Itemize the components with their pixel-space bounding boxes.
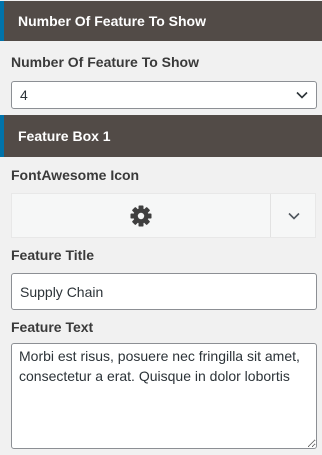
- section-header-label: Feature Box 1: [18, 128, 111, 144]
- section-header-label: Number Of Feature To Show: [18, 13, 206, 29]
- title-label: Feature Title: [11, 247, 94, 263]
- number-select-value: 4: [20, 87, 28, 103]
- feature-title-input[interactable]: [11, 273, 317, 310]
- chevron-down-icon: [287, 212, 300, 220]
- section-header-number[interactable]: Number Of Feature To Show: [0, 1, 322, 41]
- text-label: Feature Text: [11, 319, 94, 335]
- chevron-down-icon: [296, 91, 308, 99]
- icon-picker: [11, 193, 316, 238]
- number-label: Number Of Feature To Show: [11, 54, 199, 70]
- number-select[interactable]: 4: [11, 81, 317, 109]
- section-header-feature-box[interactable]: Feature Box 1: [0, 115, 322, 157]
- icon-picker-toggle[interactable]: [271, 194, 316, 237]
- gear-icon: [130, 205, 152, 226]
- icon-preview[interactable]: [12, 194, 270, 237]
- icon-label: FontAwesome Icon: [11, 167, 140, 183]
- feature-text-area[interactable]: Morbi est risus, posuere nec fringilla s…: [11, 343, 317, 449]
